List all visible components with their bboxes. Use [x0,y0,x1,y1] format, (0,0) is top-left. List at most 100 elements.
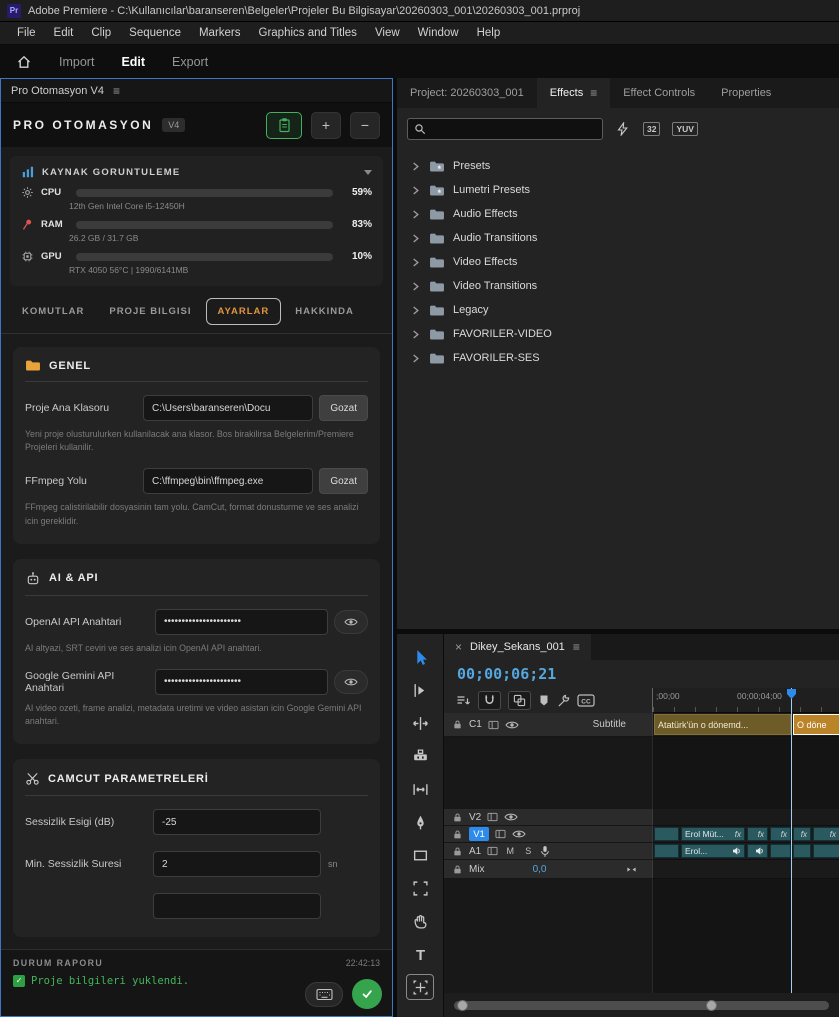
keyframe-toggle-icon[interactable] [625,864,638,875]
source-patch-icon[interactable] [487,812,498,822]
tab-project[interactable]: Project: 20260303_001 [397,78,537,108]
track-c1-lane[interactable]: Atatürk'ün o dönemd... O döne [652,713,839,737]
rectangle-tool[interactable] [406,842,434,868]
silence-threshold-input[interactable] [153,809,321,836]
report-button[interactable] [266,111,302,139]
workspace-tab-import[interactable]: Import [59,55,94,69]
tree-item-favoriler-video[interactable]: FAVORILER-VIDEO [397,322,839,346]
timeline-clip[interactable] [813,844,839,858]
collapse-chevron-icon[interactable] [364,169,372,175]
selection-tool[interactable] [406,644,434,670]
panel-menu-icon[interactable]: ≡ [590,87,597,99]
timeline-clip[interactable]: fx [793,827,811,841]
source-patch-icon[interactable] [487,846,498,856]
accelerated-effects-icon[interactable] [615,122,631,136]
scrollbar-track[interactable] [454,999,829,1011]
tab-proje-bilgisi[interactable]: PROJE BILGISI [98,299,202,324]
track-v1-lane[interactable]: Erol Müt... fx fx fx fx fx [652,826,839,843]
workspace-tab-export[interactable]: Export [172,55,208,69]
gemini-key-input[interactable] [155,668,328,695]
yuv-effects-filter[interactable]: YUV [672,122,698,136]
lock-icon[interactable] [452,719,463,730]
hand-tool[interactable] [406,908,434,934]
effects-search-input[interactable] [432,123,596,135]
panel-tab-title[interactable]: Pro Otomasyon V4 [11,85,104,97]
timeline-clip[interactable] [793,844,811,858]
tab-ayarlar[interactable]: AYARLAR [205,298,282,325]
timeline-ruler[interactable]: ;00;00 00;00;04;00 [652,688,839,713]
track-a1-lane[interactable]: Erol... [652,843,839,860]
type-tool[interactable]: T [406,941,434,967]
tree-item-audio-effects[interactable]: Audio Effects [397,202,839,226]
browse-button[interactable]: Gozat [319,468,368,495]
mic-icon[interactable] [540,845,550,858]
show-key-button[interactable] [334,609,368,634]
min-silence-input[interactable] [153,851,321,878]
ripple-edit-tool[interactable] [406,710,434,736]
slip-tool[interactable] [406,776,434,802]
mute-toggle[interactable]: M [504,846,516,856]
tree-item-favoriler-ses[interactable]: FAVORILER-SES [397,346,839,370]
linked-selection-toggle[interactable] [508,691,531,710]
zoom-in-button[interactable]: + [311,111,341,139]
add-marker-button[interactable] [538,694,550,707]
frame-tool[interactable] [406,875,434,901]
track-target-badge[interactable]: V1 [469,827,489,841]
pen-tool[interactable] [406,809,434,835]
snap-toggle[interactable] [478,691,501,710]
tab-hakkinda[interactable]: HAKKINDA [284,299,365,324]
transform-tool[interactable] [406,974,434,1000]
track-name[interactable]: C1 [469,719,482,730]
shortcuts-button[interactable] [305,981,343,1007]
32bit-color-filter[interactable]: 32 [643,122,661,136]
lock-icon[interactable] [452,829,463,840]
lock-icon[interactable] [452,846,463,857]
timeline-clip[interactable]: fx [813,827,839,841]
timeline-clip[interactable]: Erol... [681,844,745,858]
effects-search-box[interactable] [407,118,603,140]
timeline-clip[interactable] [747,844,768,858]
panel-menu-icon[interactable]: ≡ [573,641,580,653]
menu-window[interactable]: Window [409,24,468,42]
timeline-clip[interactable] [770,844,791,858]
solo-toggle[interactable]: S [522,846,534,856]
browse-button[interactable]: Gozat [319,395,368,421]
eye-icon[interactable] [505,720,519,730]
playhead-timecode[interactable]: 00;00;06;21 [444,660,839,688]
scrollbar-handle-left[interactable] [457,999,468,1011]
razor-tool[interactable] [406,743,434,769]
source-patch-icon[interactable] [488,720,499,730]
menu-markers[interactable]: Markers [190,24,250,42]
menu-clip[interactable]: Clip [82,24,120,42]
tree-item-audio-transitions[interactable]: Audio Transitions [397,226,839,250]
tree-item-presets[interactable]: Presets [397,154,839,178]
openai-key-input[interactable] [155,608,328,635]
nest-toggle-icon[interactable] [456,694,471,708]
workspace-tab-edit[interactable]: Edit [121,55,145,69]
timeline-clip[interactable]: fx [770,827,791,841]
tab-effects[interactable]: Effects ≡ [536,78,611,108]
tree-item-legacy[interactable]: Legacy [397,298,839,322]
timeline-clip[interactable] [654,844,679,858]
lock-icon[interactable] [452,812,463,823]
track-name[interactable]: A1 [469,846,481,857]
timeline-clip-selected[interactable]: O döne [793,714,839,735]
track-select-forward-tool[interactable] [406,677,434,703]
menu-view[interactable]: View [366,24,409,42]
mix-level-value[interactable]: 0,0 [533,864,547,875]
menu-edit[interactable]: Edit [45,24,83,42]
timeline-tab[interactable]: × Dikey_Sekans_001 ≡ [444,634,591,660]
playhead[interactable] [791,688,792,993]
project-folder-input[interactable] [143,395,314,421]
close-icon[interactable]: × [455,640,462,654]
tab-komutlar[interactable]: KOMUTLAR [11,299,95,324]
home-icon[interactable] [16,54,32,70]
tab-effect-controls[interactable]: Effect Controls [610,78,708,108]
timeline-clip[interactable]: Erol Müt... fx [681,827,745,841]
tab-properties[interactable]: Properties [708,78,784,108]
tree-item-video-effects[interactable]: Video Effects [397,250,839,274]
tree-item-video-transitions[interactable]: Video Transitions [397,274,839,298]
captions-menu-button[interactable]: CC [577,694,595,707]
track-name[interactable]: V2 [469,812,481,823]
menu-sequence[interactable]: Sequence [120,24,190,42]
